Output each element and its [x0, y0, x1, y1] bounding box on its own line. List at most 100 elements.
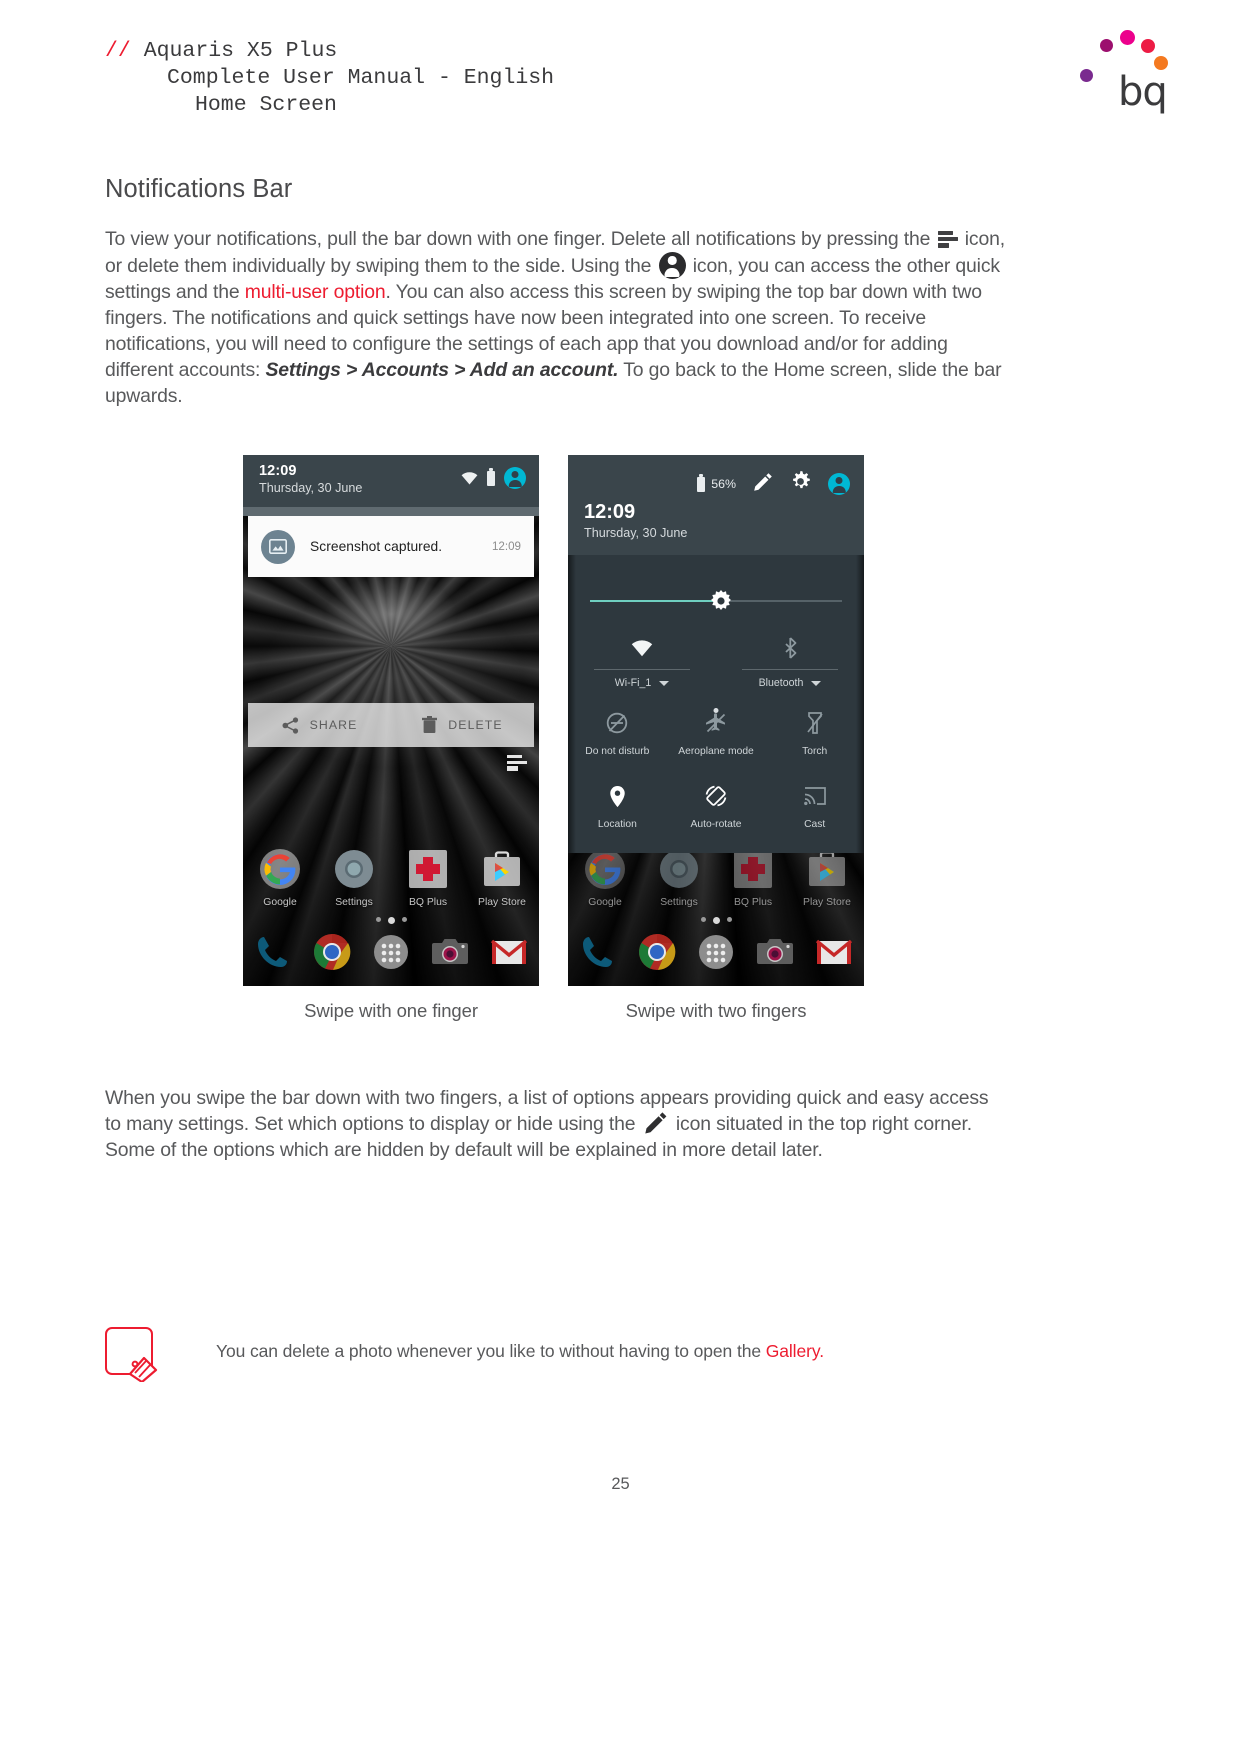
toggle-bluetooth[interactable]: Bluetooth	[716, 635, 864, 689]
tiles-row-1: Do not disturb Aeroplane mode Torch	[568, 710, 864, 757]
dock-camera[interactable]	[746, 932, 805, 972]
battery-icon	[697, 474, 706, 492]
dock-app-drawer[interactable]	[686, 932, 745, 972]
delete-button[interactable]: DELETE	[391, 716, 534, 734]
bq-logo: bq	[1076, 22, 1186, 122]
edit-tiles-pencil-icon[interactable]	[753, 472, 773, 497]
page-dot[interactable]	[700, 917, 706, 922]
toggle-wifi[interactable]: Wi-Fi_1	[568, 635, 716, 689]
quick-settings-header: 56% 12:09 Thursday, 30 June	[568, 455, 864, 555]
notification-action-bar: SHARE DELETE	[248, 703, 534, 747]
location-pin-icon	[609, 783, 626, 809]
figure-caption-left: Swipe with one finger	[304, 1000, 478, 1021]
app-settings[interactable]: Settings	[642, 848, 716, 908]
settings-gear-icon[interactable]	[790, 471, 811, 497]
brightness-slider[interactable]	[590, 590, 842, 612]
edit-pencil-icon	[644, 1111, 668, 1135]
multi-user-option-link[interactable]: multi-user option	[245, 281, 386, 303]
user-switch-icon[interactable]	[828, 473, 850, 495]
wifi-icon	[461, 471, 478, 485]
toggle-rule	[594, 669, 690, 670]
notification-title: Screenshot captured.	[310, 539, 443, 554]
dock-chrome[interactable]	[302, 932, 361, 972]
toggle-label-group[interactable]: Bluetooth	[759, 677, 822, 689]
battery-icon	[487, 468, 495, 486]
quick-settings-top-icons: 56%	[697, 471, 850, 497]
page-dot[interactable]	[375, 917, 381, 922]
app-google[interactable]: Google	[243, 848, 317, 908]
notification-shade-divider	[243, 507, 539, 516]
logo-dot-magenta	[1100, 39, 1113, 52]
app-google[interactable]: Google	[568, 848, 642, 908]
page-number: 25	[611, 1475, 630, 1493]
paragraph-quick-settings: When you swipe the bar down with two fin…	[105, 1085, 1005, 1163]
tile-label: Auto-rotate	[690, 819, 742, 830]
notification-card[interactable]: Screenshot captured. 12:09	[248, 516, 534, 577]
gmail-icon	[814, 932, 854, 972]
quick-settings-panel: Wi-Fi_1 Bluetooth Do not disturb Aeropla…	[568, 555, 864, 853]
page-dot-active[interactable]	[712, 917, 720, 924]
note-text-1: You can delete a photo whenever you like…	[216, 1341, 766, 1361]
notification-timestamp: 12:09	[491, 540, 521, 553]
phone-icon	[253, 932, 293, 972]
dock-app-drawer[interactable]	[361, 932, 420, 972]
main-content: Notifications Bar To view your notificat…	[105, 175, 1005, 409]
chevron-down-icon[interactable]	[659, 680, 670, 686]
status-bar: 12:09 Thursday, 30 June	[243, 455, 539, 507]
tile-cast[interactable]: Cast	[765, 783, 864, 830]
clear-all-icon	[937, 231, 958, 248]
app-bq-plus[interactable]: BQ Plus	[716, 848, 790, 908]
tile-aeroplane-mode[interactable]: Aeroplane mode	[667, 710, 766, 757]
settings-gear-icon	[333, 848, 375, 890]
quick-settings-tiles: Do not disturb Aeroplane mode Torch Loca…	[568, 710, 864, 856]
document-header: // Aquaris X5 Plus Complete User Manual …	[105, 38, 1181, 148]
page-dot[interactable]	[401, 917, 407, 922]
screenshot-swipe-two-fingers: 56% 12:09 Thursday, 30 June Wi-Fi_1 Blue…	[568, 455, 864, 986]
camera-icon	[430, 932, 470, 972]
share-button[interactable]: SHARE	[248, 716, 391, 734]
dock-phone[interactable]	[243, 932, 302, 972]
tile-location[interactable]: Location	[568, 783, 667, 830]
tile-auto-rotate[interactable]: Auto-rotate	[667, 783, 766, 830]
chevron-down-icon[interactable]	[811, 680, 822, 686]
gallery-link[interactable]: Gallery	[766, 1341, 820, 1361]
logo-dot-purple	[1080, 69, 1093, 82]
app-drawer-icon	[696, 932, 736, 972]
dock-phone[interactable]	[568, 932, 627, 972]
tile-label: Do not disturb	[585, 746, 650, 757]
quick-settings-page-dot[interactable]	[713, 708, 719, 713]
app-play-store[interactable]: Play Store	[790, 848, 864, 908]
dock-gmail[interactable]	[480, 932, 539, 972]
play-store-icon	[481, 848, 523, 890]
dock-camera[interactable]	[421, 932, 480, 972]
wifi-icon	[631, 635, 653, 661]
tile-label: Cast	[804, 819, 826, 830]
tile-do-not-disturb[interactable]: Do not disturb	[568, 710, 667, 757]
dock-gmail[interactable]	[805, 932, 864, 972]
page-indicator	[568, 917, 864, 924]
page-dot-active[interactable]	[387, 917, 395, 924]
tiles-row-2: Location Auto-rotate Cast	[568, 783, 864, 830]
google-icon	[259, 848, 301, 890]
user-switch-icon[interactable]	[504, 467, 526, 489]
panel-shadow-left	[568, 555, 576, 853]
tile-torch[interactable]: Torch	[765, 710, 864, 757]
app-play-store[interactable]: Play Store	[465, 848, 539, 908]
delete-label: DELETE	[448, 718, 503, 732]
logo-dot-pink	[1120, 30, 1135, 45]
home-app-row: Google Settings BQ Plus Play Store	[568, 848, 864, 908]
settings-path-bold: Settings > Accounts > Add an account.	[265, 359, 619, 381]
app-settings[interactable]: Settings	[317, 848, 391, 908]
chrome-icon	[312, 932, 352, 972]
app-bq-plus[interactable]: BQ Plus	[391, 848, 465, 908]
clear-all-notifications-icon[interactable]	[507, 755, 527, 772]
toggle-label-group[interactable]: Wi-Fi_1	[615, 677, 670, 689]
brightness-knob-icon[interactable]	[710, 590, 732, 612]
page-dot[interactable]	[726, 917, 732, 922]
note-block: You can delete a photo whenever you like…	[105, 1327, 1005, 1382]
secondary-content: When you swipe the bar down with two fin…	[105, 1085, 1005, 1163]
note-text: You can delete a photo whenever you like…	[216, 1327, 824, 1363]
dock-chrome[interactable]	[627, 932, 686, 972]
header-slashes: //	[105, 39, 131, 63]
chrome-icon	[637, 932, 677, 972]
